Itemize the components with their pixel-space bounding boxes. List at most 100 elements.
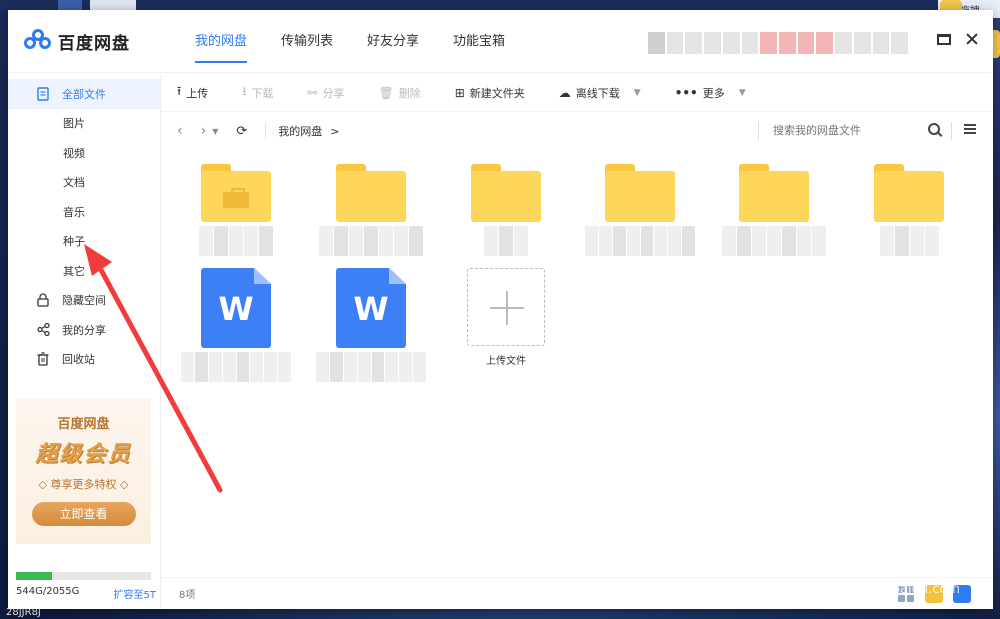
back-icon[interactable]: ‹ [177, 123, 183, 139]
chevron-down-icon[interactable]: ▼ [212, 127, 218, 136]
sidebar-item-others[interactable]: 其它 [8, 256, 160, 286]
storage-bar-fill [16, 572, 52, 580]
divider [951, 122, 952, 140]
baidu-cloud-logo-icon [24, 29, 52, 53]
lock-icon[interactable] [953, 585, 971, 603]
folder-icon [874, 164, 944, 222]
tab-transfer-list[interactable]: 传输列表 [264, 10, 350, 73]
app-logo: 百度网盘 [8, 29, 168, 54]
app-window: 百度网盘 我的网盘 传输列表 好友分享 功能宝箱 全部文件 图片 视频 文档 音… [8, 10, 993, 609]
folder-item[interactable] [719, 164, 829, 256]
view-now-button[interactable]: 立即查看 [31, 502, 136, 526]
promo-headline: 超级会员 [35, 442, 132, 467]
folder-item[interactable] [585, 164, 695, 256]
share-icon [36, 323, 50, 337]
share-button[interactable]: ⚯ 分享 [307, 85, 344, 101]
expand-storage-link[interactable]: 扩容至5T [114, 586, 156, 601]
search-icon[interactable] [928, 123, 940, 135]
file-name-blurred [451, 226, 561, 256]
sidebar-item-hidden-space[interactable]: 隐藏空间 [8, 286, 160, 316]
upload-icon: ⭱ [177, 84, 182, 98]
path-bar: ‹ › ▼ ⟳ 我的网盘 > [161, 112, 993, 150]
sidebar-item-recycle-bin[interactable]: 回收站 [8, 345, 160, 375]
sidebar-item-all-files[interactable]: 全部文件 [8, 79, 160, 109]
desktop-top-strip [0, 0, 1000, 10]
tab-my-disk[interactable]: 我的网盘 [178, 10, 264, 73]
upload-button[interactable]: ⭱ 上传 [177, 82, 208, 103]
list-view-icon[interactable] [964, 124, 976, 134]
sidebar-item-label: 全部文件 [62, 87, 106, 101]
folder-item[interactable] [316, 164, 426, 256]
file-icon [36, 87, 50, 101]
divider [758, 122, 759, 140]
file-name-blurred [854, 226, 964, 256]
breadcrumb-my-disk[interactable]: 我的网盘 [278, 123, 322, 139]
desktop-app-icon [58, 0, 82, 10]
trash-icon: 🗑︎ [378, 85, 394, 100]
toolbar: ⭱ 上传 ⭳ 下载 ⚯ 分享 🗑︎ 删除 ⊞ 新建文件夹 ☁ 离线下载 ▼ ••• 更多 ▼ [161, 74, 993, 112]
file-name-blurred [719, 226, 829, 256]
refresh-icon[interactable]: ⟳ [236, 124, 247, 139]
download-icon: ⭳ [242, 84, 247, 98]
forward-icon[interactable]: › [201, 123, 207, 139]
document-item[interactable]: W [181, 268, 291, 382]
file-name-blurred [181, 352, 291, 382]
word-document-icon: W [201, 268, 271, 348]
promo-title: 百度网盘 [57, 417, 110, 432]
folder-icon [471, 164, 541, 222]
top-nav: 我的网盘 传输列表 好友分享 功能宝箱 [178, 10, 522, 73]
sidebar-item-my-shares[interactable]: 我的分享 [8, 315, 160, 345]
desktop-app-icon [90, 0, 136, 10]
sidebar-item-music[interactable]: 音乐 [8, 197, 160, 227]
trash-icon [36, 352, 50, 366]
briefcase-icon [223, 188, 249, 208]
grid-view-icon[interactable] [897, 585, 915, 603]
item-count: 8项 [179, 590, 196, 601]
plus-icon [467, 268, 545, 346]
main-panel: ⭱ 上传 ⭳ 下载 ⚯ 分享 🗑︎ 删除 ⊞ 新建文件夹 ☁ 离线下载 ▼ ••• 更多 ▼ ‹ … [161, 74, 993, 609]
folder-item[interactable] [181, 164, 291, 256]
new-folder-icon: ⊞ [454, 85, 465, 100]
lock-icon [36, 293, 50, 307]
folder-item[interactable] [854, 164, 964, 256]
sidebar: 全部文件 图片 视频 文档 音乐 种子 其它 隐藏空间 我的分享 回收站 百度网… [8, 74, 161, 609]
status-bar: 8项 [161, 577, 993, 609]
folder-item[interactable] [451, 164, 561, 256]
vip-promo-banner[interactable]: 百度网盘 超级会员 ◇ 尊享更多特权 ◇ 立即查看 [16, 399, 151, 544]
divider [265, 123, 267, 139]
upload-file-tile[interactable]: 上传文件 [451, 268, 561, 367]
new-folder-button[interactable]: ⊞ 新建文件夹 [455, 85, 525, 101]
sidebar-item-images[interactable]: 图片 [8, 109, 160, 139]
cloud-download-icon: ☁ [558, 85, 571, 100]
chevron-down-icon: ▼ [633, 87, 641, 98]
search-input[interactable] [761, 121, 951, 141]
word-document-icon: W [336, 268, 406, 348]
sidebar-item-torrents[interactable]: 种子 [8, 227, 160, 257]
document-item[interactable]: W [316, 268, 426, 382]
tab-toolbox[interactable]: 功能宝箱 [436, 10, 522, 73]
title-bar: 百度网盘 我的网盘 传输列表 好友分享 功能宝箱 [8, 10, 993, 73]
tab-friend-share[interactable]: 好友分享 [350, 10, 436, 73]
more-button[interactable]: ••• 更多 ▼ [675, 85, 746, 101]
more-dots-icon: ••• [674, 85, 698, 100]
storage-used-text: 544G/2055G [16, 586, 80, 597]
sidebar-item-label: 回收站 [62, 353, 95, 367]
file-name-blurred [316, 226, 426, 256]
window-controls [937, 32, 979, 46]
offline-download-button[interactable]: ☁ 离线下载 ▼ [559, 85, 641, 101]
sidebar-item-videos[interactable]: 视频 [8, 138, 160, 168]
sidebar-item-label: 隐藏空间 [62, 294, 106, 308]
storage-meter: 544G/2055G 扩容至5T [16, 572, 156, 601]
delete-button[interactable]: 🗑︎ 删除 [378, 85, 420, 101]
flash-icon[interactable] [925, 585, 943, 603]
blurred-user-info[interactable] [648, 32, 909, 54]
folder-icon [201, 164, 271, 222]
download-button[interactable]: ⭳ 下载 [242, 82, 273, 103]
close-icon[interactable] [965, 32, 979, 46]
maximize-icon[interactable] [937, 34, 951, 45]
folder-icon [336, 164, 406, 222]
chevron-down-icon: ▼ [738, 87, 746, 98]
sidebar-item-documents[interactable]: 文档 [8, 168, 160, 198]
folder-icon [739, 164, 809, 222]
share-icon: ⚯ [307, 85, 318, 100]
